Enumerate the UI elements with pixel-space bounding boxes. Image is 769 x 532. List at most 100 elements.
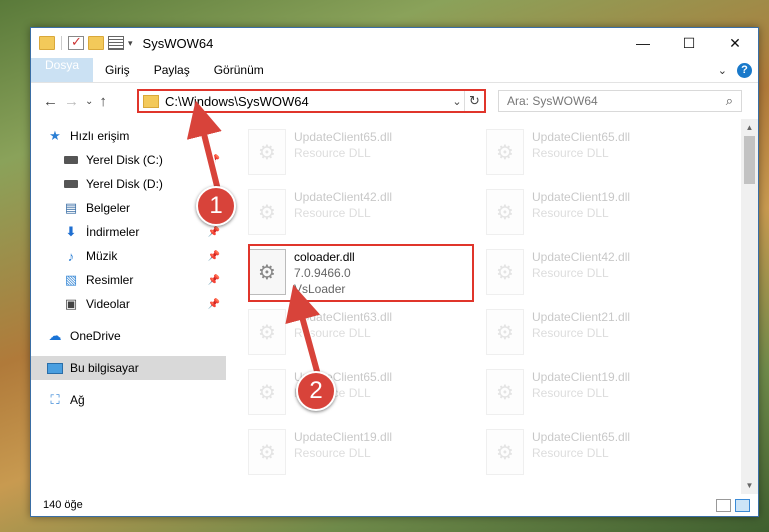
dll-file-icon: ⚙ <box>486 309 524 355</box>
up-arrow-icon[interactable]: ↑ <box>99 93 107 110</box>
dll-file-icon: ⚙ <box>486 249 524 295</box>
file-name: UpdateClient19.dll <box>532 370 631 384</box>
pin-icon: 📌 <box>207 274 220 286</box>
tiles-view-icon[interactable] <box>735 498 750 512</box>
vertical-scrollbar[interactable]: ▲ ▼ <box>741 119 758 494</box>
chevron-down-icon[interactable]: ⌄ <box>450 95 464 108</box>
file-item[interactable]: ⚙ UpdateClient19.dll Resource DLL <box>248 425 486 485</box>
nav-quick-access[interactable]: ★ Hızlı erişim <box>31 124 226 148</box>
tab-file[interactable]: Dosya <box>31 58 94 82</box>
file-description: Resource DLL <box>532 326 609 340</box>
chevron-down-icon[interactable]: ▾ <box>128 38 133 49</box>
nav-label: Ağ <box>70 393 85 407</box>
file-description: Resource DLL <box>532 266 609 280</box>
nav-this-pc[interactable]: Bu bilgisayar <box>31 356 226 380</box>
nav-item-pictures[interactable]: ▧ Resimler 📌 <box>31 268 226 292</box>
nav-label: Yerel Disk (D:) <box>86 177 163 191</box>
file-name: UpdateClient21.dll <box>532 310 631 324</box>
nav-item-music[interactable]: ♪ Müzik 📌 <box>31 244 226 268</box>
file-item[interactable]: ⚙ UpdateClient65.dll Resource DLL <box>248 125 486 185</box>
back-arrow-icon[interactable]: ← <box>43 93 58 110</box>
pin-icon: 📌 <box>207 298 220 310</box>
address-bar[interactable]: C:\Windows\SysWOW64 ⌄ ↻ <box>137 89 486 113</box>
search-placeholder: Ara: SysWOW64 <box>507 94 598 108</box>
dll-file-icon: ⚙ <box>248 369 286 415</box>
folder-icon[interactable] <box>39 36 55 50</box>
navigation-buttons: ← → ⌄ ↑ <box>37 93 143 110</box>
maximize-button[interactable]: ☐ <box>666 28 712 58</box>
coloader-highlight-box <box>248 244 474 302</box>
file-name: UpdateClient65.dll <box>532 430 631 444</box>
file-name: UpdateClient19.dll <box>532 190 631 204</box>
item-count: 140 öğe <box>43 499 83 511</box>
help-icon[interactable]: ? <box>737 62 752 78</box>
computer-icon <box>47 360 63 376</box>
drive-icon <box>63 152 79 168</box>
file-name: UpdateClient65.dll <box>532 130 631 144</box>
search-icon[interactable]: ⌕ <box>726 93 733 109</box>
dll-file-icon: ⚙ <box>486 129 524 175</box>
file-item[interactable]: ⚙ UpdateClient19.dll Resource DLL <box>486 185 724 245</box>
nav-label: Videolar <box>86 297 130 311</box>
file-item[interactable]: ⚙ UpdateClient42.dll Resource DLL <box>248 185 486 245</box>
search-input[interactable]: Ara: SysWOW64 ⌕ <box>498 90 742 112</box>
nav-item-local-disk-c[interactable]: Yerel Disk (C:) 📌 <box>31 148 226 172</box>
explorer-window: ▾ SysWOW64 — ☐ ✕ Dosya Giriş Paylaş Görü… <box>30 27 759 517</box>
file-description: Resource DLL <box>532 206 609 220</box>
file-name: UpdateClient42.dll <box>532 250 631 264</box>
file-item[interactable]: ⚙ UpdateClient19.dll Resource DLL <box>486 365 724 425</box>
customize-icon[interactable] <box>108 36 124 50</box>
new-folder-icon[interactable] <box>88 36 104 50</box>
tab-home[interactable]: Giriş <box>93 58 142 82</box>
file-description: Resource DLL <box>532 386 609 400</box>
nav-label: Resimler <box>86 273 134 287</box>
address-path[interactable]: C:\Windows\SysWOW64 <box>165 94 450 109</box>
nav-item-local-disk-d[interactable]: Yerel Disk (D:) <box>31 172 226 196</box>
scroll-thumb[interactable] <box>744 136 755 184</box>
pin-icon: 📌 <box>207 250 220 262</box>
scroll-up-icon[interactable]: ▲ <box>741 119 758 136</box>
dll-file-icon: ⚙ <box>248 129 286 175</box>
scroll-down-icon[interactable]: ▼ <box>741 477 758 494</box>
navigation-pane: ★ Hızlı erişim Yerel Disk (C:) 📌 Yerel D… <box>31 119 226 494</box>
nav-item-videos[interactable]: ▣ Videolar 📌 <box>31 292 226 316</box>
star-icon: ★ <box>49 128 61 143</box>
forward-arrow-icon[interactable]: → <box>64 93 79 110</box>
nav-item-downloads[interactable]: ⬇ İndirmeler 📌 <box>31 220 226 244</box>
file-description: Resource DLL <box>532 146 609 160</box>
recent-locations-icon[interactable]: ⌄ <box>85 96 93 107</box>
file-description: Resource DLL <box>294 326 371 340</box>
file-item[interactable]: ⚙ UpdateClient63.dll Resource DLL <box>248 305 486 365</box>
file-description: Resource DLL <box>294 146 371 160</box>
file-item[interactable]: ⚙ UpdateClient42.dll Resource DLL <box>486 245 724 305</box>
dll-file-icon: ⚙ <box>248 309 286 355</box>
nav-onedrive[interactable]: ☁ OneDrive <box>31 324 226 348</box>
close-button[interactable]: ✕ <box>712 28 758 58</box>
file-list: ⚙ UpdateClient65.dll Resource DLL ⚙ Updat… <box>226 119 758 494</box>
nav-label: Hızlı erişim <box>70 129 130 143</box>
file-item[interactable]: ⚙ UpdateClient65.dllResource DLL <box>248 365 486 425</box>
nav-label: Bu bilgisayar <box>70 361 139 375</box>
nav-network[interactable]: ⛶ Ağ <box>31 388 226 412</box>
file-description: Resource DLL <box>532 446 609 460</box>
cloud-icon: ☁ <box>48 328 62 343</box>
tab-share[interactable]: Paylaş <box>142 58 202 82</box>
file-item[interactable]: ⚙ UpdateClient21.dll Resource DLL <box>486 305 724 365</box>
tab-view[interactable]: Görünüm <box>202 58 276 82</box>
address-row: ← → ⌄ ↑ C:\Windows\SysWOW64 ⌄ ↻ Ara: Sys… <box>31 83 758 119</box>
drive-icon <box>63 176 79 192</box>
ribbon-tabs: Dosya Giriş Paylaş Görünüm ⌄ ? <box>31 58 758 83</box>
dll-file-icon: ⚙ <box>486 369 524 415</box>
refresh-icon[interactable]: ↻ <box>464 91 484 111</box>
file-item[interactable]: ⚙ UpdateClient65.dllResource DLL <box>486 425 724 485</box>
file-item[interactable]: ⚙ UpdateClient65.dll Resource DLL <box>486 125 724 185</box>
nav-label: OneDrive <box>70 329 121 343</box>
properties-check-icon[interactable] <box>68 34 84 50</box>
minimize-button[interactable]: — <box>620 28 666 58</box>
file-name: UpdateClient65.dll <box>294 130 393 144</box>
file-name: UpdateClient19.dll <box>294 430 393 444</box>
expand-ribbon-icon[interactable]: ⌄ <box>718 64 727 77</box>
annotation-badge-2: 2 <box>296 371 336 411</box>
pictures-icon: ▧ <box>64 272 78 287</box>
details-view-icon[interactable] <box>716 498 731 512</box>
